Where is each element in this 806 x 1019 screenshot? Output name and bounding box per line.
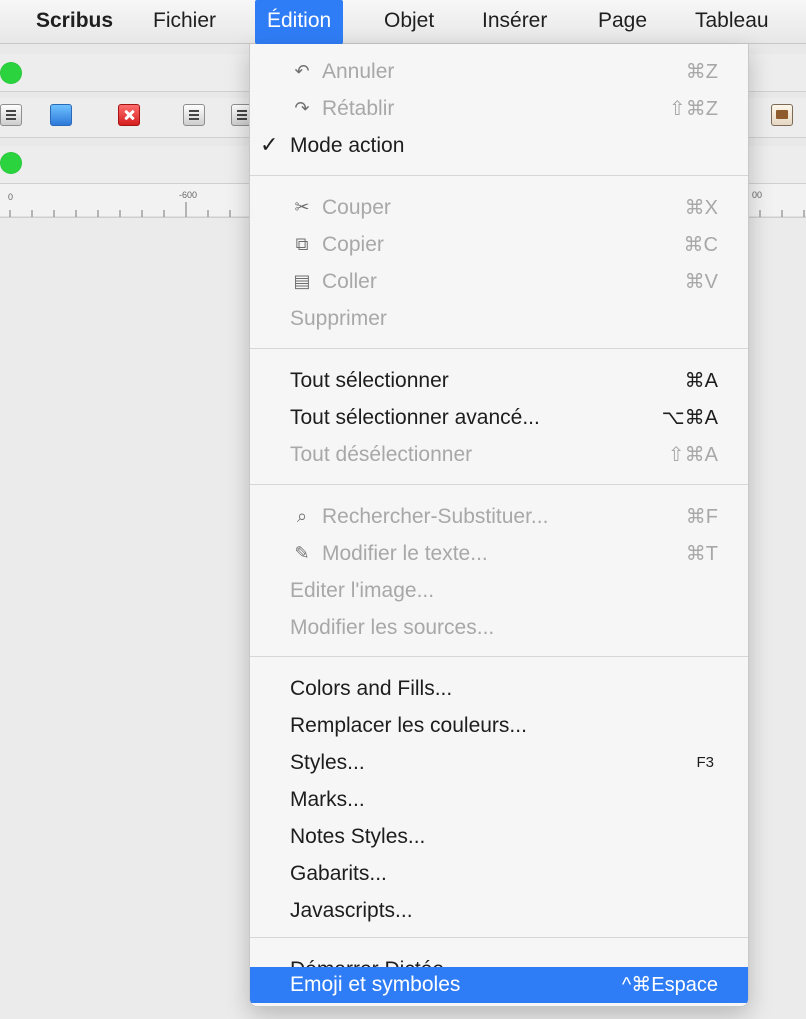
menu-page[interactable]: Page xyxy=(598,0,647,44)
menu-item-colors-fills[interactable]: Colors and Fills... xyxy=(250,671,748,707)
paste-icon: ▤ xyxy=(293,271,311,291)
image-frame-icon[interactable] xyxy=(771,104,793,126)
menu-item-shortcut: ⌘A xyxy=(684,370,718,392)
search-replace-icon: ⌕ xyxy=(296,506,308,526)
edit-text-icon: ✎ xyxy=(294,543,310,563)
menu-item-annuler[interactable]: ↶ Annuler ⌘Z xyxy=(250,54,748,90)
edition-dropdown-menu: ↶ Annuler ⌘Z ↷ Rétablir ⇧⌘Z ✓ Mode actio… xyxy=(249,44,749,1007)
ruler-label-minus-600: -600 xyxy=(179,190,198,200)
menu-item-label: Coller xyxy=(322,270,377,293)
menu-item-rechercher-substituer[interactable]: ⌕ Rechercher-Substituer... ⌘F xyxy=(250,499,748,535)
menu-item-label: Marks... xyxy=(290,788,365,811)
menu-item-label: Emoji et symboles xyxy=(290,973,461,996)
menu-separator xyxy=(250,348,748,349)
copy-icon: ⧉ xyxy=(295,234,309,254)
menu-item-label: Mode action xyxy=(290,134,405,157)
menu-item-label: Tout sélectionner avancé... xyxy=(290,406,540,429)
menu-separator xyxy=(250,484,748,485)
menu-item-label: Rechercher-Substituer... xyxy=(322,505,549,528)
menu-item-tout-selectionner-avance[interactable]: Tout sélectionner avancé... ⌥⌘A xyxy=(250,400,748,436)
menu-item-label: Tout désélectionner xyxy=(290,443,473,466)
menu-item-modifier-sources[interactable]: Modifier les sources... xyxy=(250,610,748,646)
menu-item-shortcut: ⌥⌘A xyxy=(661,407,718,429)
menu-item-label: Notes Styles... xyxy=(290,825,426,848)
menu-separator xyxy=(250,656,748,657)
menu-fichier[interactable]: Fichier xyxy=(153,0,216,44)
menu-item-label: Gabarits... xyxy=(290,862,387,885)
undo-icon: ↶ xyxy=(294,61,310,81)
menu-item-modifier-texte[interactable]: ✎ Modifier le texte... ⌘T xyxy=(250,536,748,572)
menu-item-label: Modifier le texte... xyxy=(322,542,488,565)
menu-item-shortcut: ⌘F xyxy=(685,506,718,528)
menu-item-label: Remplacer les couleurs... xyxy=(290,714,527,737)
menu-item-label: Styles... xyxy=(290,751,365,774)
menu-item-emoji-symboles[interactable]: Emoji et symboles ^⌘Espace xyxy=(250,967,748,1003)
menu-edition[interactable]: Édition xyxy=(255,0,344,44)
menu-item-marks[interactable]: Marks... xyxy=(250,782,748,818)
menu-item-gabarits[interactable]: Gabarits... xyxy=(250,856,748,892)
menu-item-label: Colors and Fills... xyxy=(290,677,453,700)
menu-item-editer-image[interactable]: Editer l'image... xyxy=(250,573,748,609)
menu-item-label: Annuler xyxy=(322,60,395,83)
menu-item-tout-deselectionner[interactable]: Tout désélectionner ⇧⌘A xyxy=(250,437,748,473)
save-icon[interactable] xyxy=(50,104,72,126)
menu-item-shortcut: ⇧⌘Z xyxy=(669,98,718,120)
menu-item-shortcut: ⌘Z xyxy=(685,61,718,83)
scissors-icon: ✂ xyxy=(294,197,310,217)
menu-item-shortcut: ⌘X xyxy=(684,197,718,219)
print-icon[interactable] xyxy=(183,104,205,126)
menu-item-label: Javascripts... xyxy=(290,899,413,922)
menu-inserer[interactable]: Insérer xyxy=(482,0,547,44)
document-icon[interactable] xyxy=(0,104,22,126)
menu-item-remplacer-couleurs[interactable]: Remplacer les couleurs... xyxy=(250,708,748,744)
menu-item-shortcut: ⇧⌘A xyxy=(667,444,718,466)
menu-item-coller[interactable]: ▤ Coller ⌘V xyxy=(250,264,748,300)
menu-item-shortcut: ⌘V xyxy=(684,271,718,293)
menu-item-shortcut: ^⌘Espace xyxy=(621,974,718,996)
menu-separator xyxy=(250,175,748,176)
menu-item-tout-selectionner[interactable]: Tout sélectionner ⌘A xyxy=(250,363,748,399)
redo-icon: ↷ xyxy=(294,98,310,118)
menu-item-supprimer[interactable]: Supprimer xyxy=(250,301,748,337)
status-dot-bottom xyxy=(0,152,22,174)
status-dot-top xyxy=(0,62,22,84)
menu-separator xyxy=(250,937,748,938)
menu-item-couper[interactable]: ✂ Couper ⌘X xyxy=(250,190,748,226)
menu-item-label: Modifier les sources... xyxy=(290,616,495,639)
menu-objet[interactable]: Objet xyxy=(384,0,434,44)
menu-item-mode-action[interactable]: ✓ Mode action xyxy=(250,128,748,164)
menu-item-javascripts[interactable]: Javascripts... xyxy=(250,893,748,929)
menu-item-label: Copier xyxy=(322,233,384,256)
ruler-label-right: 00 xyxy=(752,190,763,200)
scribus-app-window: Scribus Fichier Édition Objet Insérer Pa… xyxy=(0,0,806,1019)
menu-bar: Scribus Fichier Édition Objet Insérer Pa… xyxy=(0,0,806,44)
menu-item-label: Rétablir xyxy=(322,97,395,120)
menu-item-shortcut: F3 xyxy=(696,754,714,771)
ruler-label-zero: 0 xyxy=(8,192,14,202)
menu-item-notes-styles[interactable]: Notes Styles... xyxy=(250,819,748,855)
menu-item-retablir[interactable]: ↷ Rétablir ⇧⌘Z xyxy=(250,91,748,127)
menu-item-styles[interactable]: Styles... F3 xyxy=(250,745,748,781)
menu-item-shortcut: ⌘T xyxy=(685,543,718,565)
menu-item-label: Tout sélectionner xyxy=(290,369,449,392)
menu-item-copier[interactable]: ⧉ Copier ⌘C xyxy=(250,227,748,263)
menu-tableau[interactable]: Tableau xyxy=(695,0,769,44)
menu-item-label: Editer l'image... xyxy=(290,579,435,602)
menu-item-shortcut: ⌘C xyxy=(683,234,718,256)
close-document-icon[interactable] xyxy=(118,104,140,126)
checkmark-icon: ✓ xyxy=(260,132,279,157)
menu-item-label: Couper xyxy=(322,196,391,219)
menu-scribus[interactable]: Scribus xyxy=(36,0,113,44)
menu-item-label: Supprimer xyxy=(290,307,387,330)
